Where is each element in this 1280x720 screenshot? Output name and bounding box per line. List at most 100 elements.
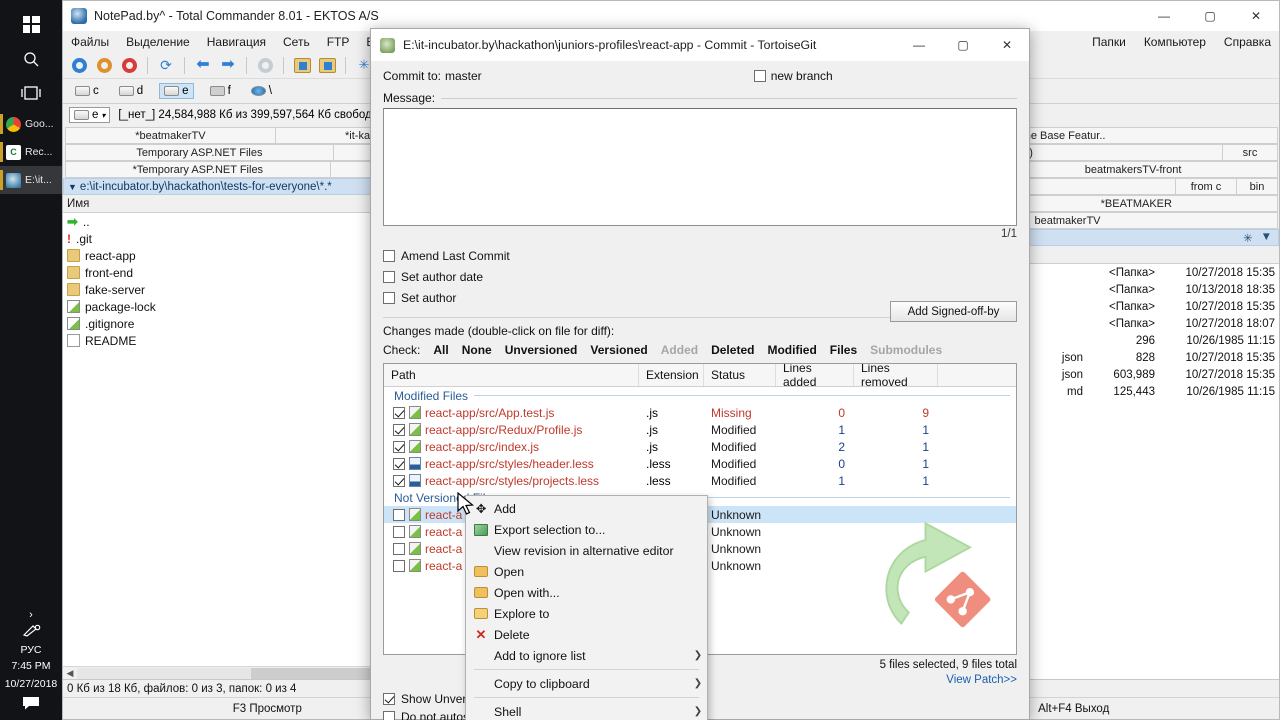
grid-col-path[interactable]: Path	[384, 364, 639, 386]
taskbar-item-chrome[interactable]: Goo...	[0, 110, 62, 138]
menu-item-navigation[interactable]: Навигация	[207, 35, 266, 49]
taskbar-item-tortoisegit[interactable]: E:\it...	[0, 166, 62, 194]
forward-arrow-icon[interactable]: ➡	[218, 55, 238, 75]
row-checkbox[interactable]	[393, 542, 405, 555]
start-button[interactable]	[7, 6, 55, 42]
left-tab[interactable]: *beatmakerTV	[65, 127, 276, 144]
chevron-down-icon[interactable]: ▼	[68, 182, 77, 192]
right-tab[interactable]: beatmakersTV-front	[988, 161, 1279, 178]
refresh-icon[interactable]: ⟳	[156, 55, 176, 75]
left-tab[interactable]: Temporary ASP.NET Files	[65, 144, 334, 161]
tray-expand-icon[interactable]: ›	[0, 609, 62, 621]
back-arrow-icon[interactable]: ⬅	[193, 55, 213, 75]
drive-button-f[interactable]: f	[206, 84, 235, 98]
right-tab[interactable]: bin	[1236, 178, 1278, 195]
table-row[interactable]: react-app/src/index.js .js Modified 2 1	[384, 438, 1016, 455]
right-tab[interactable]: *BEATMAKER	[994, 195, 1279, 212]
check-all-link[interactable]: All	[433, 343, 448, 357]
checkbox-box[interactable]	[383, 693, 395, 705]
left-drive-combo[interactable]: e ▾	[69, 107, 111, 123]
gear-gray-icon[interactable]	[255, 55, 275, 75]
task-view-icon[interactable]	[7, 76, 55, 110]
context-menu-item-delete[interactable]: ✕ Delete	[466, 624, 707, 645]
menu-item-selection[interactable]: Выделение	[126, 35, 190, 49]
table-row[interactable]: react-app/src/styles/projects.less .less…	[384, 472, 1016, 489]
context-menu-item-copy-to-clipboard[interactable]: Copy to clipboard ❯	[466, 673, 707, 694]
menu-item-network[interactable]: Сеть	[283, 35, 310, 49]
right-tab[interactable]: src	[1222, 144, 1278, 161]
tc-maximize-button[interactable]: ▢	[1187, 1, 1233, 31]
checkbox-box[interactable]	[383, 711, 395, 720]
check-none-link[interactable]: None	[462, 343, 492, 357]
pack-folder-icon[interactable]	[292, 55, 312, 75]
row-checkbox[interactable]	[393, 440, 405, 453]
menu-item-computer[interactable]: Компьютер	[1144, 35, 1206, 49]
context-menu-item-open[interactable]: Open	[466, 561, 707, 582]
checkbox-box[interactable]	[383, 250, 395, 262]
table-row[interactable]: react-app/src/App.test.js .js Missing 0 …	[384, 404, 1016, 421]
set-author-date-checkbox[interactable]: Set author date	[383, 270, 1017, 284]
dialog-minimize-button[interactable]: —	[897, 29, 941, 61]
context-menu-item-shell[interactable]: Shell ❯	[466, 701, 707, 720]
row-checkbox[interactable]	[393, 508, 405, 521]
menu-item-folders[interactable]: Папки	[1092, 35, 1126, 49]
drive-button-network[interactable]: \	[247, 84, 276, 98]
drive-button-d[interactable]: d	[115, 84, 147, 98]
grid-col-lines-removed[interactable]: Lines removed	[854, 364, 938, 389]
grid-col-extension[interactable]: Extension	[639, 364, 704, 386]
context-menu-item-view-revision[interactable]: View revision in alternative editor	[466, 540, 707, 561]
row-checkbox[interactable]	[393, 559, 405, 572]
message-textarea[interactable]	[383, 108, 1017, 226]
table-row[interactable]: react-app/src/styles/header.less .less M…	[384, 455, 1016, 472]
action-center-icon[interactable]	[21, 695, 41, 714]
row-checkbox[interactable]	[393, 423, 405, 436]
unpack-folder-icon[interactable]	[317, 55, 337, 75]
grid-col-lines-added[interactable]: Lines added	[776, 364, 854, 389]
menu-item-ftp[interactable]: FTP	[327, 35, 350, 49]
right-tab[interactable]: from c	[1175, 178, 1237, 195]
gear-orange-icon[interactable]	[94, 55, 114, 75]
clock-date[interactable]: 10/27/2018	[0, 677, 62, 692]
check-files-link[interactable]: Files	[830, 343, 857, 357]
menu-item-help[interactable]: Справка	[1224, 35, 1271, 49]
dialog-maximize-button[interactable]: ▢	[941, 29, 985, 61]
gear-red-icon[interactable]	[119, 55, 139, 75]
clock-time[interactable]: 7:45 PM	[0, 659, 62, 674]
context-menu-item-explore-to[interactable]: Explore to	[466, 603, 707, 624]
gear-blue-icon[interactable]	[69, 55, 89, 75]
drive-button-c[interactable]: c	[71, 84, 103, 98]
tc-close-button[interactable]: ✕	[1233, 1, 1279, 31]
new-branch-checkbox[interactable]: new branch	[753, 69, 833, 83]
row-checkbox[interactable]	[393, 457, 405, 470]
grid-col-status[interactable]: Status	[704, 364, 776, 386]
language-indicator[interactable]: РУС	[0, 644, 62, 656]
checkbox-box[interactable]	[383, 271, 395, 283]
context-menu-item-add[interactable]: ✥ Add	[466, 498, 707, 519]
check-deleted-link[interactable]: Deleted	[711, 343, 754, 357]
left-tab[interactable]: *Temporary ASP.NET Files	[65, 161, 331, 178]
context-menu-item-export-selection[interactable]: Export selection to...	[466, 519, 707, 540]
check-unversioned-link[interactable]: Unversioned	[505, 343, 578, 357]
check-versioned-link[interactable]: Versioned	[590, 343, 647, 357]
table-row[interactable]: react-app/src/Redux/Profile.js .js Modif…	[384, 421, 1016, 438]
pen-icon[interactable]	[0, 624, 62, 641]
star-icon[interactable]: ✳	[1243, 231, 1253, 245]
taskbar-item-recorder[interactable]: C Rec...	[0, 138, 62, 166]
checkbox-box[interactable]	[753, 70, 766, 82]
row-checkbox[interactable]	[393, 406, 405, 419]
context-menu-item-add-to-ignore-list[interactable]: Add to ignore list ❯	[466, 645, 707, 666]
checkbox-box[interactable]	[383, 292, 395, 304]
drive-button-e[interactable]: e	[159, 83, 194, 99]
amend-last-commit-checkbox[interactable]: Amend Last Commit	[383, 249, 1017, 263]
tc-minimize-button[interactable]: —	[1141, 1, 1187, 31]
dialog-close-button[interactable]: ✕	[985, 29, 1029, 61]
context-menu-item-open-with[interactable]: Open with...	[466, 582, 707, 603]
menu-item-files[interactable]: Файлы	[71, 35, 109, 49]
add-signed-off-by-button[interactable]: Add Signed-off-by	[890, 301, 1017, 322]
scroll-left-icon[interactable]: ◀	[63, 668, 77, 679]
search-icon[interactable]	[7, 42, 55, 76]
check-modified-link[interactable]: Modified	[767, 343, 816, 357]
row-checkbox[interactable]	[393, 474, 405, 487]
row-checkbox[interactable]	[393, 525, 405, 538]
commit-to-branch[interactable]: master	[445, 69, 482, 83]
